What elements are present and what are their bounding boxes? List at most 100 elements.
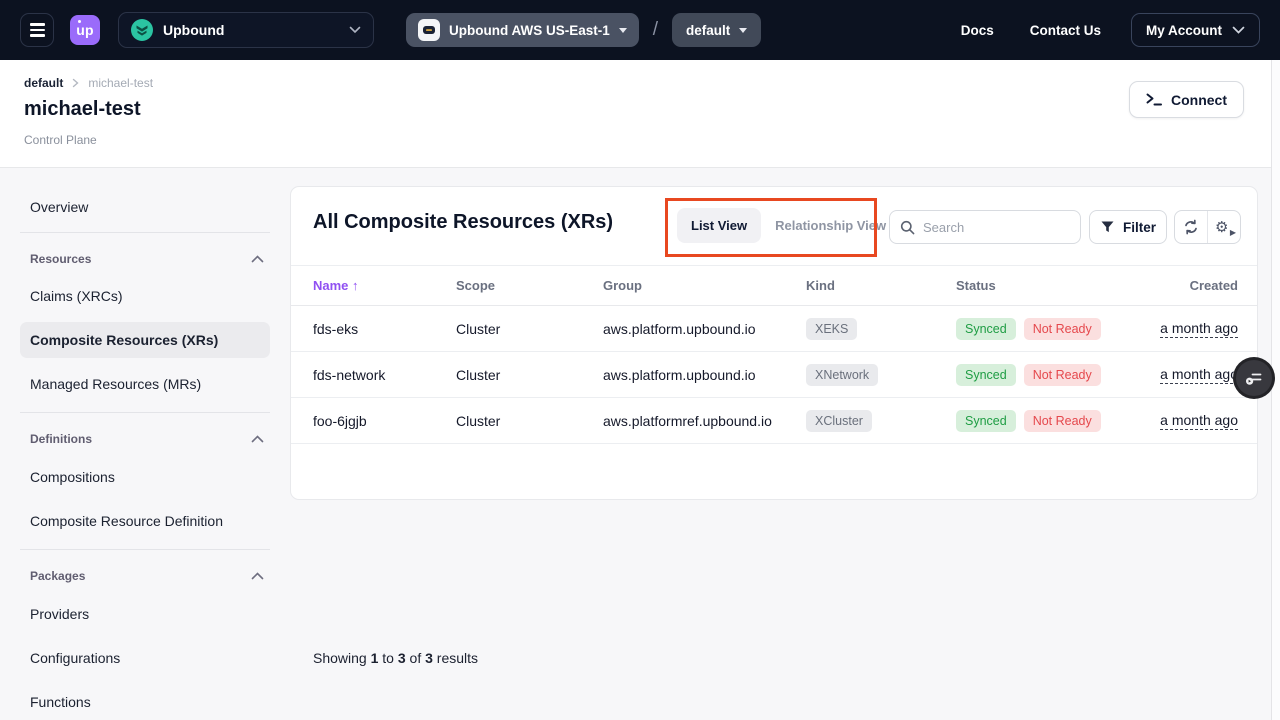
refresh-icon — [1183, 219, 1199, 235]
path-separator: / — [653, 19, 658, 41]
cell-kind: XNetwork — [806, 364, 956, 386]
changelog-widget-button[interactable] — [1236, 360, 1272, 396]
breadcrumb: default michael-test — [24, 76, 153, 90]
column-header-kind[interactable]: Kind — [806, 278, 956, 293]
section-label: Resources — [30, 252, 91, 266]
column-header-status[interactable]: Status — [956, 278, 1160, 293]
section-label: Definitions — [30, 432, 92, 446]
sidebar-item-managed-resources[interactable]: Managed Resources (MRs) — [20, 366, 270, 402]
sidebar-item-composite-resources[interactable]: Composite Resources (XRs) — [20, 322, 270, 358]
table-header: Name ↑ Scope Group Kind Status Created — [291, 265, 1257, 306]
chevron-up-icon — [251, 255, 264, 263]
org-selector[interactable]: Upbound — [118, 12, 374, 48]
tab-relationship-view[interactable]: Relationship View — [761, 208, 900, 243]
view-toggle: List View Relationship View — [677, 208, 900, 243]
column-header-group[interactable]: Group — [603, 278, 806, 293]
column-header-created[interactable]: Created — [1160, 278, 1238, 293]
sidebar-item-claims[interactable]: Claims (XRCs) — [20, 278, 270, 314]
sidebar-section-resources[interactable]: Resources — [20, 249, 270, 269]
control-plane-icon — [418, 19, 440, 41]
cell-created: a month ago — [1160, 320, 1238, 338]
status-badge-not-ready: Not Ready — [1024, 410, 1101, 432]
my-account-button[interactable]: My Account — [1131, 13, 1260, 47]
cell-name: fds-eks — [313, 321, 456, 337]
menu-icon[interactable] — [20, 13, 54, 47]
cell-name: foo-6jgjb — [313, 413, 456, 429]
namespace-selector-label: default — [686, 23, 730, 38]
cell-group: aws.platform.upbound.io — [603, 367, 806, 383]
table-row[interactable]: fds-eks Cluster aws.platform.upbound.io … — [291, 306, 1257, 352]
search-icon — [900, 220, 915, 235]
cell-kind: XCluster — [806, 410, 956, 432]
chevron-down-icon — [349, 26, 361, 34]
created-tooltip-link[interactable]: a month ago — [1160, 366, 1238, 384]
card-title: All Composite Resources (XRs) — [313, 211, 613, 234]
column-header-name[interactable]: Name ↑ — [313, 278, 456, 293]
auto-refresh-settings-button[interactable]: ⚙▶ — [1207, 211, 1240, 243]
results-summary: Showing 1 to 3 of 3 results — [313, 630, 478, 686]
filter-button[interactable]: Filter — [1089, 210, 1167, 244]
topbar: up Upbound Upbound AWS US-East-1 / — [0, 0, 1280, 60]
sidebar-item-providers[interactable]: Providers — [20, 596, 270, 632]
chevron-up-icon — [251, 572, 264, 580]
search-input[interactable] — [923, 220, 1063, 235]
sidebar-divider — [20, 412, 270, 413]
logo-dot — [78, 20, 81, 23]
docs-link[interactable]: Docs — [961, 23, 994, 38]
caret-down-icon — [619, 28, 627, 33]
controlplane-selector-label: Upbound AWS US-East-1 — [449, 23, 610, 38]
sidebar-section-definitions[interactable]: Definitions — [20, 429, 270, 449]
org-selector-label: Upbound — [163, 22, 224, 38]
chevron-down-icon — [1232, 26, 1245, 35]
controlplane-selector[interactable]: Upbound AWS US-East-1 — [406, 13, 639, 47]
created-tooltip-link[interactable]: a month ago — [1160, 412, 1238, 430]
caret-down-icon — [739, 28, 747, 33]
upbound-logo[interactable]: up — [70, 15, 100, 45]
page-title: michael-test — [24, 98, 141, 121]
logo-text: up — [76, 22, 94, 38]
status-badge-synced: Synced — [956, 410, 1016, 432]
gear-play-icon: ⚙▶ — [1215, 218, 1233, 236]
kind-badge: XEKS — [806, 318, 857, 340]
connect-button[interactable]: Connect — [1129, 81, 1244, 118]
page-header: default michael-test michael-test Contro… — [0, 60, 1280, 168]
cell-status: Synced Not Ready — [956, 410, 1160, 432]
kind-badge: XCluster — [806, 410, 872, 432]
sidebar-item-overview[interactable]: Overview — [20, 189, 270, 225]
sidebar-item-functions[interactable]: Functions — [20, 684, 270, 720]
tab-list-view[interactable]: List View — [677, 208, 761, 243]
cell-created: a month ago — [1160, 366, 1238, 384]
sidebar-item-configurations[interactable]: Configurations — [20, 640, 270, 676]
cell-group: aws.platform.upbound.io — [603, 321, 806, 337]
cell-scope: Cluster — [456, 367, 603, 383]
chevron-right-icon — [72, 78, 79, 88]
cell-status: Synced Not Ready — [956, 364, 1160, 386]
cell-kind: XEKS — [806, 318, 956, 340]
breadcrumb-root[interactable]: default — [24, 76, 63, 90]
status-badge-not-ready: Not Ready — [1024, 318, 1101, 340]
page-subtitle: Control Plane — [24, 133, 97, 147]
sort-asc-icon: ↑ — [352, 278, 359, 293]
sidebar-item-compositions[interactable]: Compositions — [20, 459, 270, 495]
created-tooltip-link[interactable]: a month ago — [1160, 320, 1238, 338]
sidebar-section-packages[interactable]: Packages — [20, 566, 270, 586]
changelog-widget-icon — [1244, 368, 1264, 388]
table-row[interactable]: foo-6jgjb Cluster aws.platformref.upboun… — [291, 398, 1257, 444]
status-badge-not-ready: Not Ready — [1024, 364, 1101, 386]
topbar-links: Docs Contact Us My Account — [961, 13, 1260, 47]
status-badge-synced: Synced — [956, 318, 1016, 340]
scrollbar-track[interactable] — [1271, 60, 1280, 720]
refresh-button[interactable] — [1175, 211, 1207, 243]
cell-group: aws.platformref.upbound.io — [603, 413, 806, 429]
sidebar-divider — [20, 549, 270, 550]
terminal-prompt-icon — [1146, 93, 1162, 106]
sidebar-item-composite-resource-definition[interactable]: Composite Resource Definition — [20, 503, 270, 539]
cell-scope: Cluster — [456, 321, 603, 337]
namespace-selector[interactable]: default — [672, 13, 761, 47]
filter-label: Filter — [1123, 220, 1156, 235]
contact-us-link[interactable]: Contact Us — [1030, 23, 1101, 38]
breadcrumb-current: michael-test — [88, 76, 153, 90]
column-header-scope[interactable]: Scope — [456, 278, 603, 293]
cell-status: Synced Not Ready — [956, 318, 1160, 340]
table-row[interactable]: fds-network Cluster aws.platform.upbound… — [291, 352, 1257, 398]
